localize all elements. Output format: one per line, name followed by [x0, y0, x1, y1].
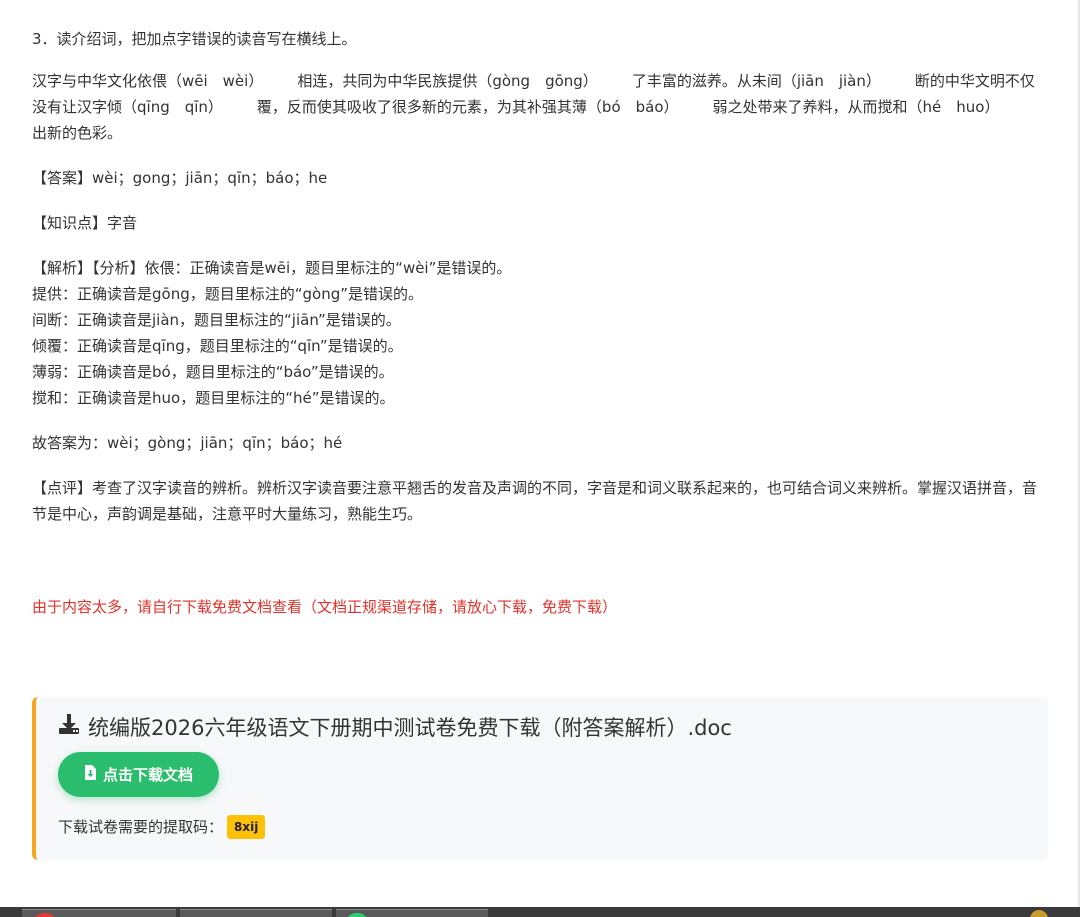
analysis-line: 搅和：正确读音是huo，题目里标注的“hé”是错误的。 — [32, 389, 395, 407]
passage-segment-1: 汉字与中华文化依偎（wēi wèi） — [32, 72, 264, 90]
article-content: 3．读介绍词，把加点字错误的读音写在横线上。 汉字与中华文化依偎（wēi wèi… — [32, 26, 1048, 546]
tray-icon[interactable] — [1030, 910, 1048, 917]
analysis-line: 【解析】【分析】依偎：正确读音是wēi，题目里标注的“wèi”是错误的。 — [32, 259, 512, 277]
knowledge-point: 【知识点】字音 — [32, 214, 138, 232]
download-button-label: 点击下载文档 — [102, 766, 193, 784]
analysis-line: 倾覆：正确读音是qīng，题目里标注的“qīn”是错误的。 — [32, 337, 403, 355]
passage-segment-2: 相连，共同为中华民族提供（gòng gōng） — [297, 72, 598, 90]
browser-app-icon — [34, 913, 56, 917]
passage-segment-5: 覆，反而使其吸收了很多新的元素，为其补强其薄（bó báo） — [256, 98, 679, 116]
answer-text: 【答案】wèi；gong；jiān；qīn；báo；he — [32, 169, 328, 187]
final-answer: 故答案为：wèi；gòng；jiān；qīn；báo；hé — [32, 434, 343, 452]
passage-segment-7: 出新的色彩。 — [32, 124, 123, 142]
extraction-code-badge: 8xij — [227, 815, 266, 839]
analysis-line: 提供：正确读音是gōng，题目里标注的“gòng”是错误的。 — [32, 285, 423, 303]
question-passage: 汉字与中华文化依偎（wēi wèi） 相连，共同为中华民族提供（gòng gōng… — [32, 68, 1048, 146]
extraction-code-label: 下载试卷需要的提取码： — [58, 818, 224, 836]
taskbar-item-window[interactable] — [180, 909, 332, 917]
extraction-code-row: 下载试卷需要的提取码： 8xij — [58, 814, 266, 840]
page: 3．读介绍词，把加点字错误的读音写在横线上。 汉字与中华文化依偎（wēi wèi… — [0, 0, 1080, 917]
file-download-icon — [84, 765, 103, 784]
taskbar-item-browser[interactable] — [22, 909, 176, 917]
passage-segment-6: 弱之处带来了养料，从而搅和（hé huo） — [712, 98, 1000, 116]
download-notice: 由于内容太多，请自行下载免费文档查看（文档正规渠道存储，请放心下载，免费下载） — [32, 598, 618, 616]
download-icon — [58, 713, 88, 743]
analysis-line: 薄弱：正确读音是bó，题目里标注的“báo”是错误的。 — [32, 363, 394, 381]
download-document-button[interactable]: 点击下载文档 — [58, 752, 219, 797]
taskbar-item-app[interactable] — [336, 909, 488, 917]
analysis-line: 间断：正确读音是jiàn，题目里标注的“jiān”是错误的。 — [32, 311, 401, 329]
chat-app-icon — [346, 913, 368, 917]
analysis-block: 【解析】【分析】依偎：正确读音是wēi，题目里标注的“wèi”是错误的。 提供：… — [32, 255, 1048, 411]
download-title-row: 统编版2026六年级语文下册期中测试卷免费下载（附答案解析）.doc — [58, 713, 732, 743]
download-box: 统编版2026六年级语文下册期中测试卷免费下载（附答案解析）.doc 点击下载文… — [32, 697, 1048, 860]
download-file-title: 统编版2026六年级语文下册期中测试卷免费下载（附答案解析）.doc — [88, 716, 732, 740]
comment-text: 【点评】考查了汉字读音的辨析。辨析汉字读音要注意平翘舌的发音及声调的不同，字音是… — [32, 479, 1038, 523]
passage-segment-3: 了丰富的滋养。从未间（jiān jiàn） — [631, 72, 881, 90]
question-title: 3．读介绍词，把加点字错误的读音写在横线上。 — [32, 30, 357, 48]
taskbar — [0, 907, 1080, 917]
